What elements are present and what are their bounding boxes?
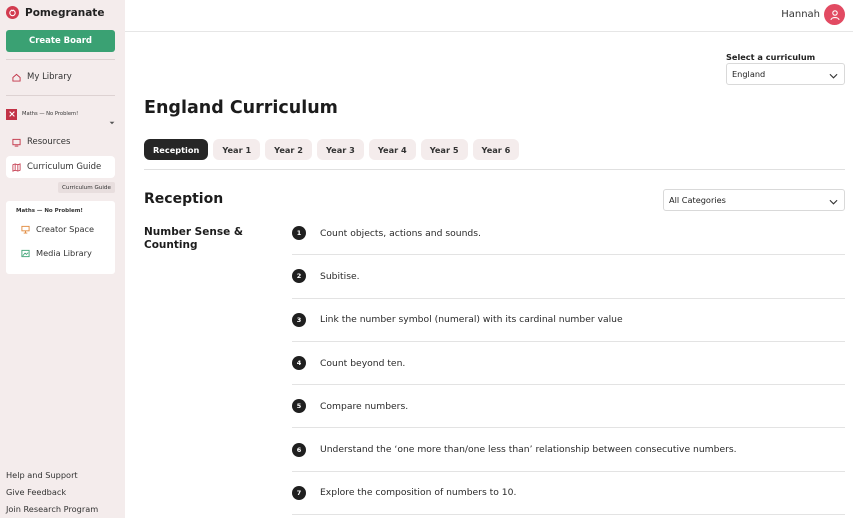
sidebar-item-label: Media Library bbox=[36, 248, 92, 258]
help-and-support-link[interactable]: Help and Support bbox=[6, 470, 78, 480]
give-feedback-link[interactable]: Give Feedback bbox=[6, 487, 66, 497]
sidebar-divider bbox=[6, 59, 115, 60]
brand-switcher[interactable]: Maths — No Problem! bbox=[6, 108, 115, 125]
tab-year-4[interactable]: Year 4 bbox=[368, 139, 416, 160]
curriculum-select-label: Select a curriculum bbox=[726, 52, 816, 62]
tab-reception[interactable]: Reception bbox=[144, 139, 209, 160]
chevron-down-icon bbox=[109, 111, 115, 125]
sidebar-item-my-library[interactable]: My Library bbox=[6, 66, 115, 88]
group-title: Number Sense & Counting bbox=[144, 226, 244, 251]
join-research-program-link[interactable]: Join Research Program bbox=[6, 504, 98, 514]
tooltip: Curriculum Guide bbox=[58, 182, 115, 193]
chevron-down-icon bbox=[829, 197, 838, 205]
tab-year-6[interactable]: Year 6 bbox=[472, 139, 520, 160]
list-item[interactable]: 7 Explore the composition of numbers to … bbox=[292, 472, 845, 516]
objective-text: Understand the ‘one more than/one less t… bbox=[320, 444, 737, 456]
objective-number: 5 bbox=[292, 399, 306, 414]
sidebar-item-creator-space[interactable]: Creator Space bbox=[21, 224, 94, 234]
media-library-icon bbox=[21, 249, 30, 258]
app-logo[interactable]: Pomegranate bbox=[6, 6, 104, 19]
list-item[interactable]: 6 Understand the ‘one more than/one less… bbox=[292, 428, 845, 472]
objective-text: Explore the composition of numbers to 10… bbox=[320, 487, 517, 499]
maths-no-problem-logo-icon bbox=[6, 108, 17, 120]
sub-panel-title: Maths — No Problem! bbox=[16, 208, 83, 214]
app-name: Pomegranate bbox=[25, 6, 105, 19]
list-item[interactable]: 3 Link the number symbol (numeral) with … bbox=[292, 299, 845, 342]
creator-space-icon bbox=[21, 225, 30, 234]
section-title: Reception bbox=[144, 191, 224, 207]
objective-number: 7 bbox=[292, 485, 306, 500]
sidebar-item-media-library[interactable]: Media Library bbox=[21, 248, 92, 258]
curriculum-select-value: England bbox=[732, 69, 766, 79]
tab-year-1[interactable]: Year 1 bbox=[213, 139, 261, 160]
sidebar-item-label: Resources bbox=[27, 137, 71, 147]
sidebar: Pomegranate Create Board My Library Math… bbox=[0, 0, 125, 518]
curriculum-select[interactable]: England bbox=[726, 63, 845, 85]
map-icon bbox=[12, 162, 21, 172]
sidebar-item-label: Creator Space bbox=[36, 224, 95, 234]
tab-year-3[interactable]: Year 3 bbox=[317, 139, 364, 160]
objective-number: 4 bbox=[292, 356, 306, 371]
objective-number: 3 bbox=[292, 312, 306, 327]
page-title: England Curriculum bbox=[144, 98, 338, 118]
sidebar-item-curriculum-guide[interactable]: Curriculum Guide bbox=[6, 156, 115, 178]
sidebar-divider bbox=[6, 95, 115, 96]
objective-text: Subitise. bbox=[320, 270, 360, 282]
resources-icon bbox=[12, 138, 21, 147]
list-item[interactable]: 2 Subitise. bbox=[292, 255, 845, 299]
objective-text: Link the number symbol (numeral) with it… bbox=[320, 314, 623, 326]
sidebar-item-resources[interactable]: Resources bbox=[6, 131, 115, 153]
avatar[interactable] bbox=[824, 4, 845, 25]
home-icon bbox=[12, 73, 21, 82]
objective-number: 2 bbox=[292, 269, 306, 284]
category-select-value: All Categories bbox=[669, 195, 726, 205]
objective-text: Count beyond ten. bbox=[320, 357, 406, 369]
objective-number: 1 bbox=[292, 226, 306, 241]
create-board-button[interactable]: Create Board bbox=[6, 30, 115, 52]
objective-number: 6 bbox=[292, 442, 306, 457]
tab-year-5[interactable]: Year 5 bbox=[420, 139, 468, 160]
category-select[interactable]: All Categories bbox=[663, 189, 845, 211]
pomegranate-logo-icon bbox=[6, 6, 19, 19]
objective-text: Compare numbers. bbox=[320, 400, 409, 412]
tabs-divider bbox=[144, 169, 845, 170]
year-tabs: Reception Year 1 Year 2 Year 3 Year 4 Ye… bbox=[144, 139, 520, 160]
chevron-down-icon bbox=[829, 71, 838, 79]
user-name[interactable]: Hannah bbox=[781, 9, 820, 20]
user-icon bbox=[829, 9, 840, 20]
objective-text: Count objects, actions and sounds. bbox=[320, 227, 481, 239]
list-item[interactable]: 4 Count beyond ten. bbox=[292, 342, 845, 386]
list-item[interactable]: 1 Count objects, actions and sounds. bbox=[292, 212, 845, 256]
brand-sub-panel: Maths — No Problem! Creator Space Media … bbox=[6, 201, 115, 274]
sidebar-item-label: My Library bbox=[27, 72, 72, 82]
list-item[interactable]: 5 Compare numbers. bbox=[292, 385, 845, 429]
top-bar: Hannah bbox=[125, 0, 853, 32]
sidebar-item-label: Curriculum Guide bbox=[27, 162, 102, 172]
objectives-list: 1 Count objects, actions and sounds. 2 S… bbox=[292, 212, 845, 516]
tab-year-2[interactable]: Year 2 bbox=[265, 139, 312, 160]
brand-label: Maths — No Problem! bbox=[22, 111, 79, 117]
